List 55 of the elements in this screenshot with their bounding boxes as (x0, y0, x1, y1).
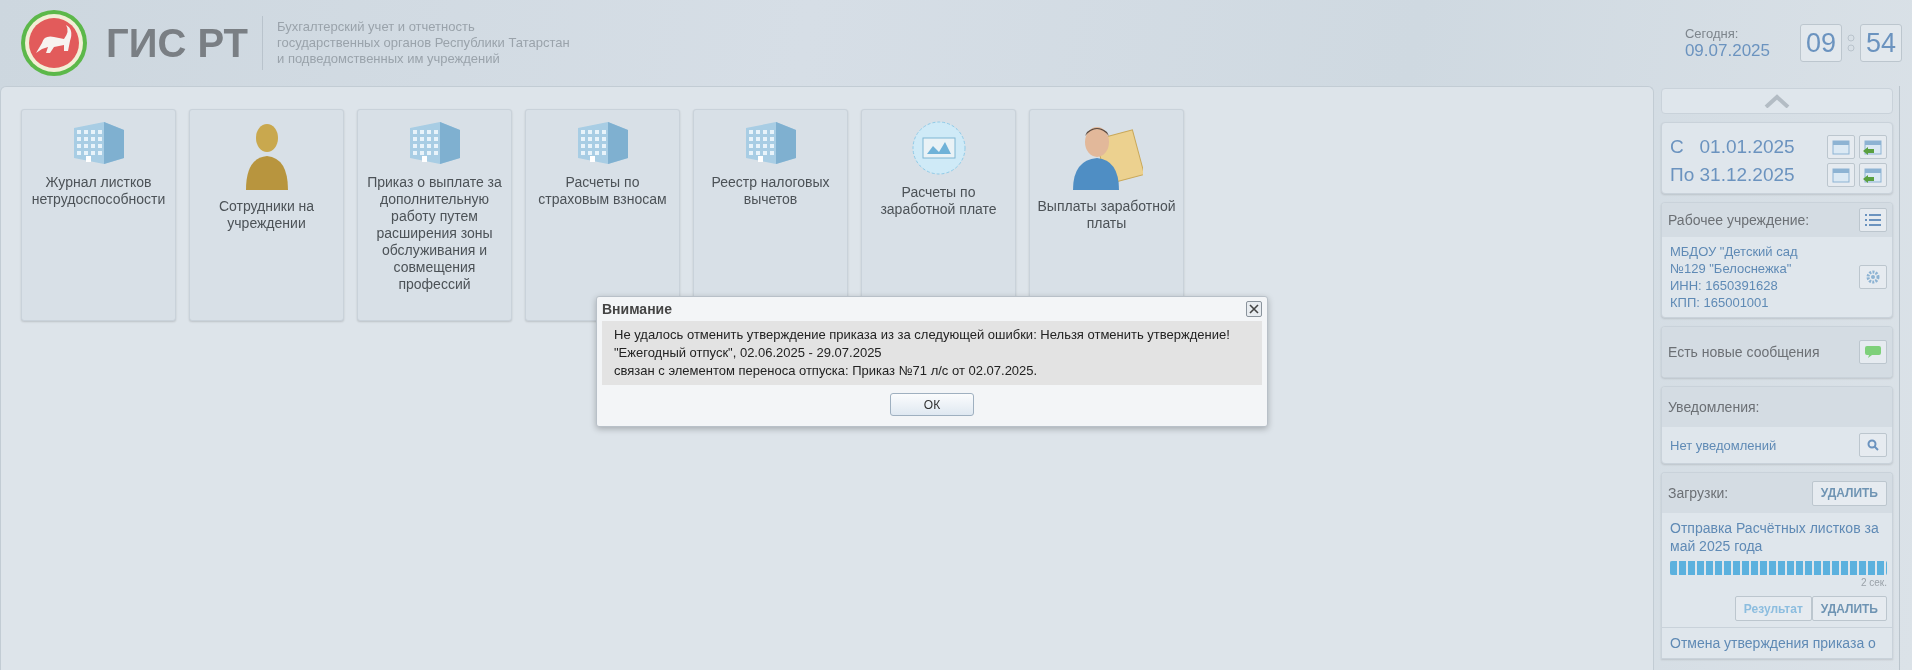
calendar-button[interactable] (1827, 163, 1855, 187)
institution-info: МБДОУ "Детский сад (1670, 243, 1799, 260)
list-icon (1865, 214, 1881, 226)
panel-label: Уведомления: (1668, 399, 1760, 415)
notifications-status: Нет уведомлений (1670, 437, 1777, 453)
institution-info: №129 "Белоснежка" (1670, 260, 1793, 277)
calendar-reset-button[interactable] (1859, 135, 1887, 159)
download-title: Отправка Расчётных листков за май 2025 года (1670, 519, 1880, 555)
colon-icon (1844, 33, 1858, 53)
calendar-reset-button[interactable] (1859, 163, 1887, 187)
logo-drawing (20, 9, 88, 77)
today-label: Сегодня: (1684, 25, 1740, 41)
elapsed-time: 2 сек. (1860, 577, 1887, 588)
tile-label: Реестр налоговых вычетов (710, 174, 831, 208)
close-icon (1249, 304, 1259, 314)
error-message: связан с элементом переноса отпуска: Приказ №71 л/с от 02.07.2025. (614, 362, 1039, 380)
calendar-icon (1831, 138, 1851, 156)
clock-hours: 09 (1800, 24, 1842, 62)
certificate-icon (910, 120, 967, 176)
tile-label: Выплаты заработной платы (1036, 198, 1177, 232)
tile-label: Расчеты по страховым взносам (537, 174, 668, 208)
chevron-up-icon (1764, 94, 1790, 108)
dialog-title: Внимание (602, 301, 672, 317)
chat-bubble-icon (1864, 345, 1882, 359)
list-button[interactable] (1859, 208, 1887, 232)
app-subtitle: государственных органов Республики Татарстан (277, 35, 570, 51)
module-tile[interactable]: Приказ о выплате за дополнительную работу путем расширения зоны обслуживания и совмещения профессий (357, 109, 512, 321)
tile-label: Расчеты по заработной плате (879, 184, 998, 218)
tile-label: Журнал листков нетрудоспособности (30, 174, 167, 208)
error-message: "Ежегодный отпуск", 02.06.2025 - 29.07.2025 (614, 344, 883, 362)
download-title: Отмена утверждения приказа о (1670, 634, 1877, 652)
calendar-icon (1831, 166, 1851, 184)
panel-label: Рабочее учреждение: (1668, 212, 1810, 228)
institution-info: КПП: 165001001 (1670, 294, 1770, 311)
module-tile[interactable]: Сотрудники на учреждении (189, 109, 344, 321)
calendar-button[interactable] (1827, 135, 1855, 159)
messages-button[interactable] (1859, 340, 1887, 364)
search-icon (1867, 439, 1879, 451)
panel-label: Загрузки: (1668, 485, 1729, 501)
tile-label: Приказ о выплате за дополнительную работу путем расширения зоны обслуживания и совмещения профессий (366, 174, 503, 293)
ok-button[interactable]: ОК (890, 393, 974, 416)
clock-minutes: 54 (1860, 24, 1902, 62)
app-title: ГИС РТ (106, 16, 263, 70)
institution-info: ИНН: 1650391628 (1670, 277, 1779, 294)
tile-label: Сотрудники на учреждении (217, 198, 316, 232)
search-button[interactable] (1859, 433, 1887, 457)
period-date: С 01.01.2025 (1670, 136, 1796, 158)
today-date: 09.07.2025 (1684, 40, 1770, 61)
settings-button[interactable] (1859, 265, 1887, 289)
settings-icon (1866, 270, 1880, 284)
error-message: Не удалось отменить утверждение приказа из за следующей ошибки: Нельзя отменить утверждение! (614, 326, 1231, 344)
period-date: По 31.12.2025 (1670, 164, 1796, 186)
panel-label: Есть новые сообщения (1668, 344, 1820, 360)
close-button[interactable] (1246, 301, 1262, 317)
module-tile[interactable]: Журнал листков нетрудоспособности (21, 109, 176, 321)
